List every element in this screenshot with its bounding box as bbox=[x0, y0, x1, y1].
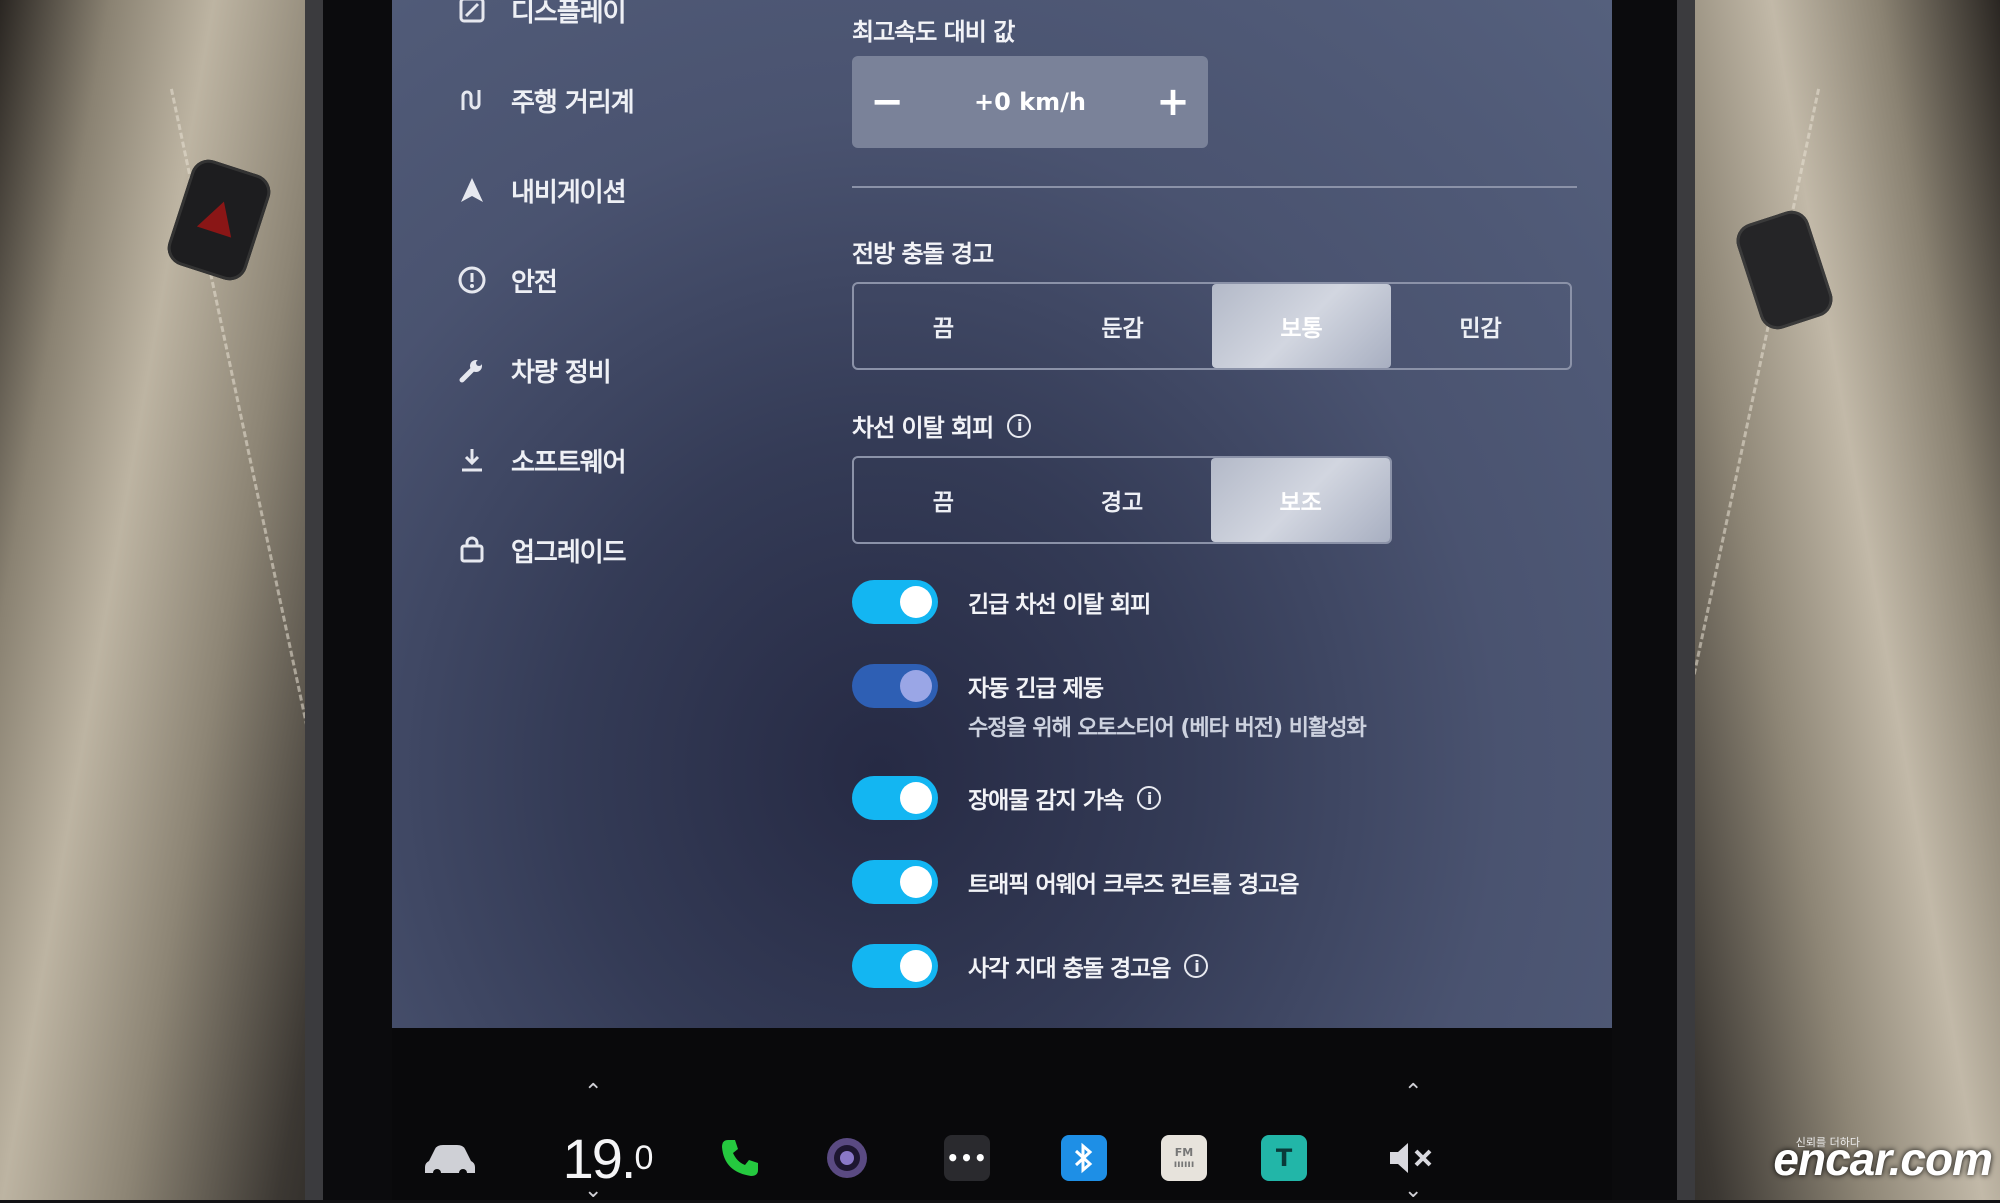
blind-spot-toggle[interactable] bbox=[852, 944, 938, 988]
increase-button[interactable]: + bbox=[1138, 79, 1208, 125]
sidebar-item-label: 디스플레이 bbox=[511, 0, 627, 28]
more-tile: ••• bbox=[944, 1135, 990, 1181]
camera-icon[interactable] bbox=[817, 1128, 877, 1188]
info-icon[interactable]: i bbox=[1007, 413, 1032, 438]
cruise-chime-toggle[interactable] bbox=[852, 860, 938, 904]
trip-icon bbox=[457, 85, 487, 115]
temp-down-icon[interactable]: ⌄ bbox=[584, 1178, 602, 1203]
temp-up-icon[interactable]: ⌃ bbox=[584, 1080, 602, 1105]
toggle-label-text: 사각 지대 충돌 경고음 bbox=[968, 956, 1171, 982]
phone-icon[interactable] bbox=[710, 1128, 770, 1188]
sidebar-item-label: 안전 bbox=[511, 267, 558, 298]
toggle-knob bbox=[900, 586, 932, 618]
speed-offset-stepper: − +0 km/h + bbox=[852, 56, 1208, 148]
volume-up-icon[interactable]: ⌃ bbox=[1404, 1080, 1422, 1105]
option-off[interactable]: 끔 bbox=[854, 284, 1033, 368]
radio-tile: FM ıııııı bbox=[1161, 1135, 1207, 1181]
app-icon[interactable]: T bbox=[1254, 1128, 1314, 1188]
toggle-label: 트래픽 어웨어 크루즈 컨트롤 경고음 bbox=[968, 872, 1299, 898]
safety-settings-panel: 최고속도 대비 값 − +0 km/h + 전방 충돌 경고 끔 둔감 보통 민… bbox=[852, 0, 1592, 1028]
option-early[interactable]: 민감 bbox=[1391, 284, 1570, 368]
toggle-knob bbox=[900, 782, 932, 814]
volume-down-icon[interactable]: ⌄ bbox=[1404, 1178, 1422, 1203]
sidebar-item-service[interactable]: 차량 정비 bbox=[457, 346, 612, 394]
toggle-row-emergency-lane: 긴급 차선 이탈 회피 bbox=[852, 580, 1151, 640]
auto-emergency-braking-toggle[interactable] bbox=[852, 664, 938, 708]
wrench-icon bbox=[457, 355, 487, 385]
sidebar-item-navigation[interactable]: 내비게이션 bbox=[457, 166, 627, 214]
radio-bars-icon: ıııııı bbox=[1173, 1159, 1195, 1170]
sidebar-item-display[interactable]: 디스플레이 bbox=[457, 0, 627, 34]
option-assist[interactable]: 보조 bbox=[1211, 458, 1391, 542]
info-icon[interactable]: i bbox=[1137, 786, 1162, 810]
hazard-triangle-icon bbox=[196, 196, 242, 238]
sidebar-item-label: 소프트웨어 bbox=[511, 447, 627, 478]
toggle-label-text: 장애물 감지 가속 bbox=[968, 788, 1124, 814]
decrease-button[interactable]: − bbox=[852, 79, 922, 125]
speed-offset-label: 최고속도 대비 값 bbox=[852, 18, 1015, 46]
shopping-bag-icon bbox=[457, 535, 487, 565]
toggle-label: 자동 긴급 제동 bbox=[968, 676, 1104, 702]
sidebar-item-safety[interactable]: 안전 bbox=[457, 256, 558, 304]
forward-collision-label: 전방 충돌 경고 bbox=[852, 240, 994, 268]
option-off[interactable]: 끔 bbox=[854, 458, 1033, 542]
toggle-label: 긴급 차선 이탈 회피 bbox=[968, 592, 1151, 618]
toggle-row-cruise-chime: 트래픽 어웨어 크루즈 컨트롤 경고음 bbox=[852, 860, 1299, 920]
option-warning[interactable]: 경고 bbox=[1033, 458, 1212, 542]
toggle-label: 사각 지대 충돌 경고음 i bbox=[968, 944, 1209, 988]
sidebar-item-label: 차량 정비 bbox=[511, 357, 612, 388]
option-late[interactable]: 둔감 bbox=[1033, 284, 1212, 368]
download-icon bbox=[457, 445, 487, 475]
toggle-knob bbox=[900, 866, 932, 898]
section-divider bbox=[852, 186, 1577, 188]
toggle-row-obstacle-aware: 장애물 감지 가속 i bbox=[852, 776, 1162, 836]
sidebar-item-label: 내비게이션 bbox=[511, 177, 627, 208]
sidebar-item-software[interactable]: 소프트웨어 bbox=[457, 436, 627, 484]
app-tile: T bbox=[1261, 1135, 1307, 1181]
emergency-lane-toggle[interactable] bbox=[852, 580, 938, 624]
lane-departure-label-text: 차선 이탈 회피 bbox=[852, 414, 994, 442]
speed-offset-value: +0 km/h bbox=[974, 88, 1086, 116]
toggle-row-blind-spot: 사각 지대 충돌 경고음 i bbox=[852, 944, 1209, 1004]
sidebar-item-upgrades[interactable]: 업그레이드 bbox=[457, 526, 627, 574]
radio-icon[interactable]: FM ıııııı bbox=[1154, 1128, 1214, 1188]
bluetooth-tile bbox=[1061, 1135, 1107, 1181]
forward-collision-selector: 끔 둔감 보통 민감 bbox=[852, 282, 1572, 370]
obstacle-aware-toggle[interactable] bbox=[852, 776, 938, 820]
safety-icon bbox=[457, 265, 487, 295]
option-medium[interactable]: 보통 bbox=[1212, 284, 1391, 368]
touchscreen: 디스플레이 주행 거리계 내비게이션 안전 차량 정비 소프트웨어 업그레이드 … bbox=[392, 0, 1612, 1028]
toggle-sublabel: 수정을 위해 오토스티어 (베타 버전) 비활성화 bbox=[968, 716, 1367, 741]
car-icon[interactable] bbox=[420, 1128, 480, 1188]
toggle-label: 장애물 감지 가속 i bbox=[968, 776, 1162, 820]
lane-departure-selector: 끔 경고 보조 bbox=[852, 456, 1392, 544]
more-icon[interactable]: ••• bbox=[937, 1128, 997, 1188]
bottom-taskbar: ⌃ 19. 0 ⌄ ••• FM ıııııı T ⌃ ⌄ bbox=[392, 1028, 1612, 1203]
toggle-knob bbox=[900, 670, 932, 702]
settings-sidebar: 디스플레이 주행 거리계 내비게이션 안전 차량 정비 소프트웨어 업그레이드 bbox=[392, 0, 792, 1028]
toggle-row-auto-emergency-braking: 자동 긴급 제동 수정을 위해 오토스티어 (베타 버전) 비활성화 bbox=[852, 664, 1367, 741]
info-icon[interactable]: i bbox=[1184, 954, 1209, 978]
watermark-logo: encar.com bbox=[1773, 1133, 1993, 1185]
navigation-icon bbox=[457, 175, 487, 205]
toggle-knob bbox=[900, 950, 932, 982]
sidebar-item-label: 업그레이드 bbox=[511, 537, 627, 568]
temperature-decimal: 0 bbox=[634, 1138, 653, 1177]
radio-label: FM bbox=[1174, 1146, 1194, 1159]
lane-departure-label: 차선 이탈 회피 i bbox=[852, 408, 1032, 443]
cabin-temperature[interactable]: 19. 0 bbox=[552, 1127, 662, 1190]
sidebar-item-odometer[interactable]: 주행 거리계 bbox=[457, 76, 635, 124]
display-icon bbox=[457, 0, 487, 25]
sidebar-item-label: 주행 거리계 bbox=[511, 87, 635, 118]
bluetooth-icon[interactable] bbox=[1054, 1128, 1114, 1188]
